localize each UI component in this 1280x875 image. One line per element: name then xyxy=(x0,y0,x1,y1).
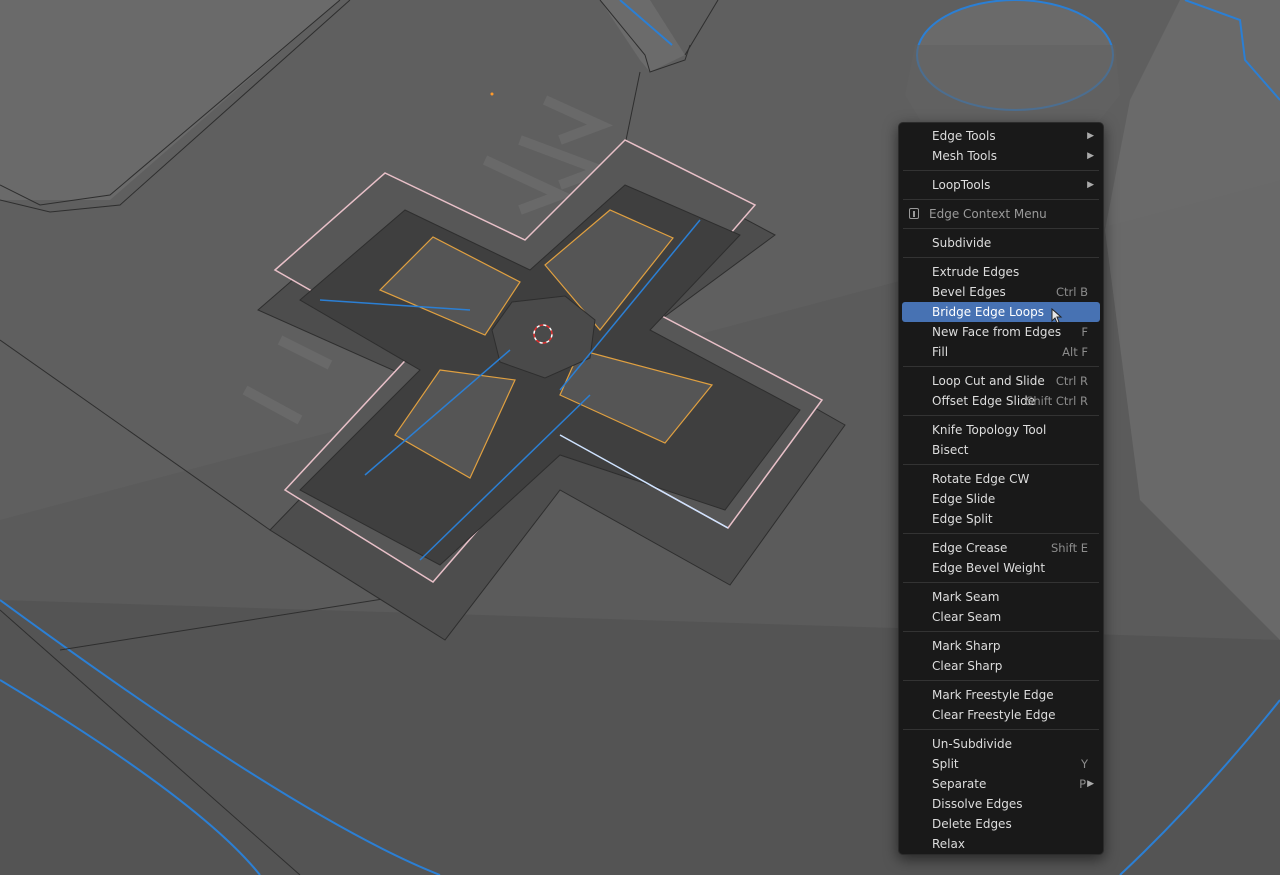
menu-item-edge-bevel-weight[interactable]: Edge Bevel Weight xyxy=(902,558,1100,578)
menu-item-label: Split xyxy=(932,757,959,771)
menu-item-label: Edge Bevel Weight xyxy=(932,561,1046,575)
menu-separator xyxy=(903,170,1099,171)
menu-header: Edge Context Menu xyxy=(902,204,1100,224)
origin-dot-icon xyxy=(490,92,494,96)
menu-item-label: Dissolve Edges xyxy=(932,797,1023,811)
menu-item-label: Rotate Edge CW xyxy=(932,472,1030,486)
menu-item-fill[interactable]: Fill Alt F xyxy=(902,342,1100,362)
menu-item-shortcut: Ctrl B xyxy=(1055,285,1088,299)
menu-separator xyxy=(903,228,1099,229)
menu-item-label: Mark Freestyle Edge xyxy=(932,688,1054,702)
menu-item-bisect[interactable]: Bisect xyxy=(902,440,1100,460)
menu-item-mark-freestyle-edge[interactable]: Mark Freestyle Edge xyxy=(902,685,1100,705)
menu-item-offset-edge-slide[interactable]: Offset Edge Slide Shift Ctrl R xyxy=(902,391,1100,411)
menu-item-label: Knife Topology Tool xyxy=(932,423,1047,437)
menu-item-knife-topology-tool[interactable]: Knife Topology Tool xyxy=(902,420,1100,440)
menu-item-label: Separate xyxy=(932,777,987,791)
menu-item-bevel-edges[interactable]: Bevel Edges Ctrl B xyxy=(902,282,1100,302)
menu-item-label: Mark Sharp xyxy=(932,639,1001,653)
menu-item-label: Mesh Tools xyxy=(932,149,997,163)
menu-item-label: LoopTools xyxy=(932,178,991,192)
menu-item-separate[interactable]: Separate P ▶ xyxy=(902,774,1100,794)
submenu-arrow-icon: ▶ xyxy=(1087,180,1094,190)
menu-item-label: New Face from Edges xyxy=(932,325,1062,339)
menu-item-mark-sharp[interactable]: Mark Sharp xyxy=(902,636,1100,656)
menu-separator xyxy=(903,199,1099,200)
menu-item-mesh-tools[interactable]: Mesh Tools ▶ xyxy=(902,146,1100,166)
menu-item-shortcut: Y xyxy=(1080,757,1088,771)
menu-separator xyxy=(903,729,1099,730)
menu-item-relax[interactable]: Relax xyxy=(902,834,1100,854)
menu-item-shortcut: Alt F xyxy=(1062,345,1088,359)
menu-separator xyxy=(903,366,1099,367)
edge-menu-icon xyxy=(909,208,919,219)
menu-item-label: Subdivide xyxy=(932,236,992,250)
menu-item-label: Relax xyxy=(932,837,965,851)
menu-item-label: Extrude Edges xyxy=(932,265,1020,279)
menu-item-label: Edge Slide xyxy=(932,492,996,506)
menu-item-label: Clear Sharp xyxy=(932,659,1003,673)
menu-item-shortcut: Ctrl R xyxy=(1055,374,1088,388)
menu-item-dissolve-edges[interactable]: Dissolve Edges xyxy=(902,794,1100,814)
menu-item-label: Edge Crease xyxy=(932,541,1008,555)
menu-separator xyxy=(903,415,1099,416)
menu-item-shortcut: F xyxy=(1081,325,1088,339)
submenu-arrow-icon: ▶ xyxy=(1087,151,1094,161)
menu-separator xyxy=(903,464,1099,465)
edge-context-menu: Edge Tools ▶ Mesh Tools ▶ LoopTools ▶ Edge Con… xyxy=(898,122,1104,855)
mouse-cursor-icon xyxy=(1051,308,1063,324)
menu-item-loop-cut-and-slide[interactable]: Loop Cut and Slide Ctrl R xyxy=(902,371,1100,391)
submenu-arrow-icon: ▶ xyxy=(1087,131,1094,141)
menu-item-edge-split[interactable]: Edge Split xyxy=(902,509,1100,529)
menu-item-clear-freestyle-edge[interactable]: Clear Freestyle Edge xyxy=(902,705,1100,725)
menu-item-edge-crease[interactable]: Edge Crease Shift E xyxy=(902,538,1100,558)
menu-item-clear-seam[interactable]: Clear Seam xyxy=(902,607,1100,627)
menu-item-label: Mark Seam xyxy=(932,590,1000,604)
menu-item-un-subdivide[interactable]: Un-Subdivide xyxy=(902,734,1100,754)
menu-item-extrude-edges[interactable]: Extrude Edges xyxy=(902,262,1100,282)
menu-item-bridge-edge-loops[interactable]: Bridge Edge Loops xyxy=(902,302,1100,322)
menu-item-edge-slide[interactable]: Edge Slide xyxy=(902,489,1100,509)
menu-item-clear-sharp[interactable]: Clear Sharp xyxy=(902,656,1100,676)
menu-item-label: Bevel Edges xyxy=(932,285,1006,299)
menu-item-label: Clear Freestyle Edge xyxy=(932,708,1056,722)
menu-item-label: Edge Tools xyxy=(932,129,996,143)
menu-item-delete-edges[interactable]: Delete Edges xyxy=(902,814,1100,834)
menu-item-label: Bridge Edge Loops xyxy=(932,305,1044,319)
menu-separator xyxy=(903,631,1099,632)
menu-item-rotate-edge-cw[interactable]: Rotate Edge CW xyxy=(902,469,1100,489)
menu-separator xyxy=(903,533,1099,534)
menu-item-shortcut: Shift E xyxy=(1050,541,1088,555)
menu-item-shortcut: P xyxy=(1079,777,1086,791)
menu-separator xyxy=(903,582,1099,583)
menu-item-looptools[interactable]: LoopTools ▶ xyxy=(902,175,1100,195)
menu-item-label: Offset Edge Slide xyxy=(932,394,1036,408)
menu-separator xyxy=(903,680,1099,681)
menu-item-mark-seam[interactable]: Mark Seam xyxy=(902,587,1100,607)
menu-item-label: Bisect xyxy=(932,443,969,457)
menu-header-label: Edge Context Menu xyxy=(929,207,1047,221)
menu-item-label: Fill xyxy=(932,345,949,359)
menu-separator xyxy=(903,257,1099,258)
menu-item-new-face-from-edges[interactable]: New Face from Edges F xyxy=(902,322,1100,342)
menu-item-label: Loop Cut and Slide xyxy=(932,374,1045,388)
menu-item-label: Edge Split xyxy=(932,512,993,526)
menu-item-subdivide[interactable]: Subdivide xyxy=(902,233,1100,253)
menu-item-label: Un-Subdivide xyxy=(932,737,1012,751)
menu-item-label: Clear Seam xyxy=(932,610,1002,624)
menu-item-split[interactable]: Split Y xyxy=(902,754,1100,774)
menu-item-edge-tools[interactable]: Edge Tools ▶ xyxy=(902,126,1100,146)
menu-item-label: Delete Edges xyxy=(932,817,1012,831)
menu-item-shortcut: Shift Ctrl R xyxy=(1026,394,1088,408)
submenu-arrow-icon: ▶ xyxy=(1087,779,1094,789)
